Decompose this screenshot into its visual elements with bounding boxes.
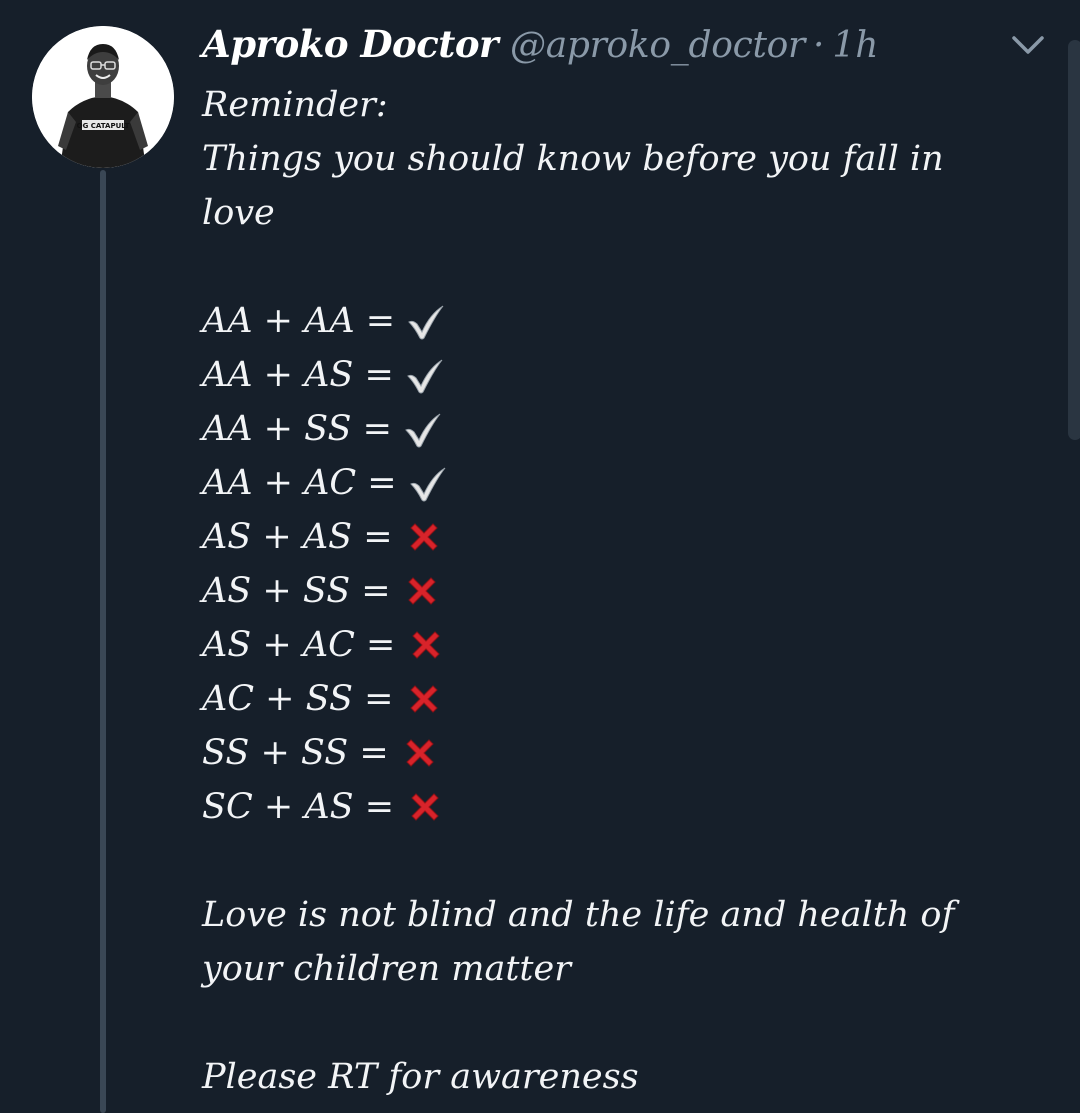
chevron-down-icon[interactable]: [1010, 30, 1046, 60]
genotype-combo-text: AA + SS =: [202, 409, 392, 449]
genotype-combo-text: AS + AC =: [202, 625, 396, 665]
tweet-call-to-action: Please RT for awareness: [202, 1057, 639, 1097]
tweet-body: Reminder: Things you should know before …: [202, 78, 1022, 1104]
genotype-combo-text: AS + SS =: [202, 571, 391, 611]
genotype-combo-row: AA + AC =: [202, 456, 1022, 510]
genotype-combo-text: SS + SS =: [202, 733, 389, 773]
genotype-combo-row: SC + AS =: [202, 780, 1022, 834]
genotype-combo-text: AA + AS =: [202, 355, 394, 395]
genotype-combo-text: AC + SS =: [202, 679, 394, 719]
check-mark-icon: [404, 354, 446, 396]
genotype-combo-text: AA + AC =: [202, 463, 397, 503]
check-mark-icon: [407, 462, 449, 504]
cross-mark-icon: [405, 624, 447, 666]
genotype-combo-text: SC + AS =: [202, 787, 395, 827]
cross-mark-icon: [403, 516, 445, 558]
genotype-combo-row: AS + AS =: [202, 510, 1022, 564]
genotype-combo-row: AA + AA =: [202, 294, 1022, 348]
author-avatar[interactable]: OG CATAPULT: [32, 26, 174, 168]
tweet-timestamp[interactable]: 1h: [832, 25, 878, 66]
author-handle[interactable]: @aproko_doctor: [510, 25, 805, 66]
cross-mark-icon: [401, 570, 443, 612]
avatar-shirt-text: OG CATAPULT: [77, 122, 130, 130]
tweet-intro-line-2: Things you should know before you fall i…: [202, 139, 944, 233]
genotype-combo-row: SS + SS =: [202, 726, 1022, 780]
thread-line: [100, 170, 106, 1113]
check-mark-icon: [405, 300, 447, 342]
genotype-combo-text: AS + AS =: [202, 517, 393, 557]
author-name[interactable]: Aproko Doctor: [202, 22, 499, 66]
genotype-combo-text: AA + AA =: [202, 301, 396, 341]
genotype-combo-row: AA + AS =: [202, 348, 1022, 402]
cross-mark-icon: [404, 786, 446, 828]
tweet-closing-text: Love is not blind and the life and healt…: [202, 895, 955, 989]
header-separator: ·: [812, 25, 825, 66]
genotype-combo-row: AC + SS =: [202, 672, 1022, 726]
scrollbar-thumb[interactable]: [1068, 40, 1080, 440]
check-mark-icon: [402, 408, 444, 450]
cross-mark-icon: [399, 732, 441, 774]
tweet-header: Aproko Doctor @aproko_doctor · 1h: [202, 22, 878, 72]
genotype-combo-list: AA + AA = AA + AS = AA + SS = AA + AC = AS +…: [202, 294, 1022, 834]
genotype-combo-row: AS + AC =: [202, 618, 1022, 672]
genotype-combo-row: AA + SS =: [202, 402, 1022, 456]
genotype-combo-row: AS + SS =: [202, 564, 1022, 618]
cross-mark-icon: [403, 678, 445, 720]
tweet-intro-line-1: Reminder:: [202, 85, 388, 125]
